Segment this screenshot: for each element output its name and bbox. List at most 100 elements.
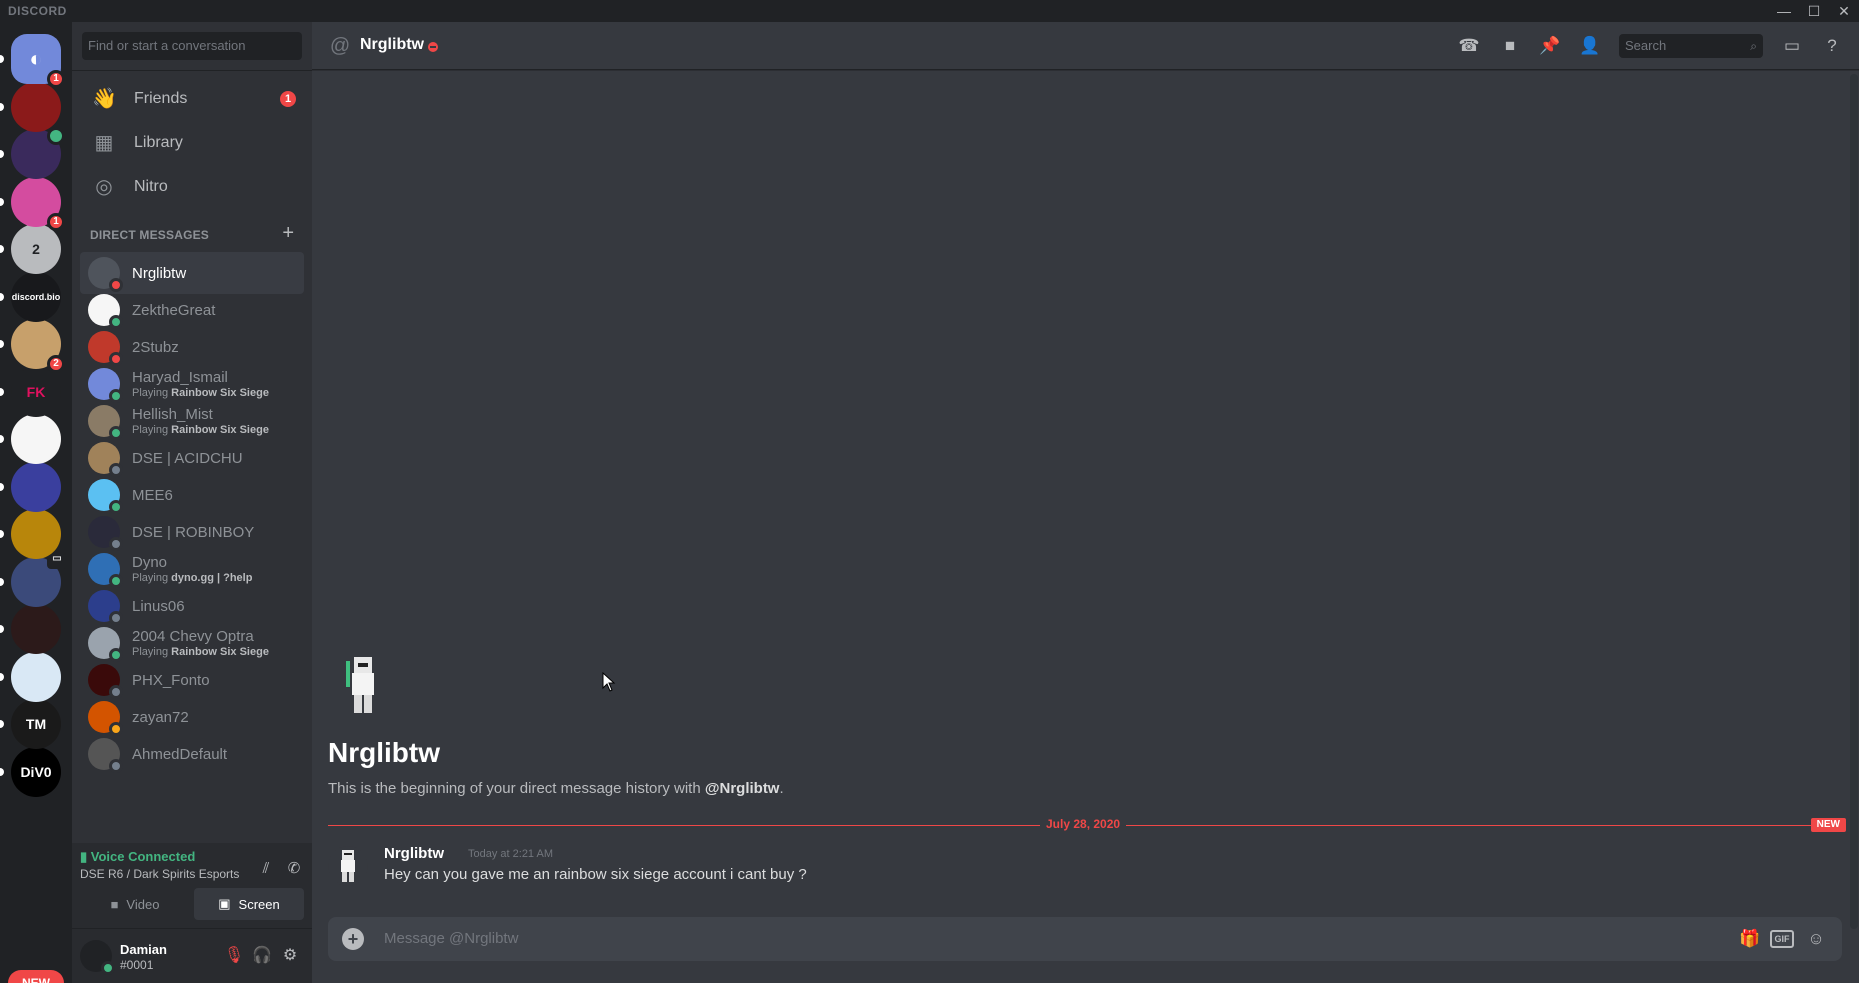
dm-item[interactable]: ZektheGreat — [80, 289, 304, 331]
message-text: Hey can you gave me an rainbow six siege… — [384, 866, 807, 883]
chat-area: @ Nrglibtw ☎ ■ 📌 👤 Search ⌕ ▭ ? Nrglibtw… — [312, 22, 1859, 983]
composer-placeholder: Message @Nrglibtw — [384, 930, 519, 947]
dm-item[interactable]: 2004 Chevy Optra Playing Rainbow Six Sieg… — [80, 622, 304, 664]
server-mouse[interactable] — [0, 651, 61, 702]
video-toggle-button[interactable]: ■ Video — [80, 888, 190, 920]
server-wings[interactable] — [0, 414, 61, 464]
voice-call-icon[interactable]: ☎ — [1457, 34, 1481, 58]
message-composer[interactable]: + Message @Nrglibtw 🎁 GIF ☺ — [328, 917, 1842, 961]
dm-avatar — [88, 590, 123, 625]
video-call-icon[interactable]: ■ — [1498, 34, 1522, 58]
upload-plus-icon[interactable]: + — [342, 928, 364, 950]
server-purple-warrior[interactable] — [0, 127, 65, 179]
unread-pip — [0, 55, 4, 63]
dm-text: DSE | ACIDCHU — [132, 450, 243, 467]
dm-name: 2Stubz — [132, 338, 179, 356]
voice-status-text: Voice Connected — [90, 849, 196, 864]
nav-item-library[interactable]: ▦ Library — [80, 122, 304, 164]
dm-name: Linus06 — [132, 597, 185, 615]
search-icon: ⌕ — [1750, 39, 1757, 53]
headphones-icon[interactable]: 🎧 — [250, 944, 274, 968]
noise-suppression-icon[interactable]: ⫽ — [254, 857, 278, 881]
dm-item[interactable]: 2Stubz — [80, 326, 304, 368]
activity-verb: Playing — [132, 572, 172, 584]
mute-microphone-icon[interactable]: 🎙 — [222, 944, 246, 968]
dm-name: 2004 Chevy Optra — [132, 628, 254, 645]
dm-item[interactable]: DSE | ACIDCHU — [80, 437, 304, 479]
server-y2[interactable]: 2 — [0, 224, 61, 274]
help-icon[interactable]: ? — [1820, 34, 1844, 58]
add-friend-icon[interactable]: 👤 — [1578, 34, 1602, 58]
nav-item-friends[interactable]: 👋 Friends 1 — [80, 78, 304, 120]
server-discord-bio[interactable]: discord.bio — [0, 271, 61, 322]
dm-avatar — [88, 738, 123, 773]
nav-item-nitro[interactable]: ◎ Nitro — [80, 166, 304, 208]
dm-item[interactable]: MEE6 — [80, 474, 304, 516]
search-input[interactable]: Search ⌕ — [1619, 34, 1763, 58]
server-pink-guy[interactable]: 1 — [0, 176, 65, 231]
voice-connected-status[interactable]: ▮ Voice Connected — [80, 849, 195, 865]
user-avatar[interactable] — [80, 940, 115, 975]
speaker-icon — [47, 127, 65, 145]
server-star[interactable] — [0, 461, 61, 512]
server-play[interactable]: ▭ — [0, 552, 67, 607]
discord-logo-icon: ◐ — [29, 46, 43, 71]
settings-gear-icon[interactable]: ⚙ — [278, 944, 302, 968]
server-red-ninja[interactable] — [0, 604, 61, 654]
gif-button[interactable]: GIF — [1770, 930, 1794, 948]
dm-text: Dyno Playing dyno.gg | ?help — [132, 554, 252, 584]
dm-text: Haryad_Ismail Playing Rainbow Six Siege — [132, 369, 269, 399]
message-timestamp: Today at 2:21 AM — [468, 848, 553, 860]
dm-avatar — [88, 294, 123, 329]
emoji-icon[interactable]: ☺ — [1804, 927, 1828, 951]
unread-pip — [0, 482, 4, 491]
server-tm[interactable]: TM — [0, 699, 61, 749]
disconnect-icon[interactable]: ✆ — [282, 857, 306, 881]
dm-item[interactable]: Hellish_Mist Playing Rainbow Six Siege — [80, 400, 304, 442]
server-div0[interactable]: DiV0 — [0, 746, 61, 797]
server-ignite-esports[interactable] — [0, 81, 61, 132]
pinned-messages-icon[interactable]: 📌 — [1538, 34, 1562, 58]
dm-text: 2Stubz — [132, 339, 179, 356]
activity-game: Rainbow Six Siege — [171, 387, 269, 399]
direct-messages-heading: DIRECT MESSAGES — [90, 228, 210, 242]
new-unreads-pill[interactable]: NEW — [8, 970, 64, 983]
create-dm-plus-icon[interactable]: + — [282, 222, 294, 245]
server-label: DiV0 — [20, 763, 52, 780]
dm-item[interactable]: DSE | ROBINBOY — [80, 511, 304, 553]
intro-prefix: This is the beginning of your direct mes… — [328, 780, 705, 797]
intro-suffix: . — [779, 780, 784, 797]
find-conversation-input[interactable]: Find or start a conversation — [82, 32, 302, 60]
inbox-icon[interactable]: ▭ — [1780, 34, 1804, 58]
dm-item[interactable]: Linus06 — [80, 585, 304, 627]
dm-item[interactable]: Dyno Playing dyno.gg | ?help — [80, 548, 304, 590]
dm-avatar — [88, 368, 123, 403]
mention-badge: 1 — [47, 70, 65, 88]
sidebar-divider — [72, 70, 312, 71]
message-author[interactable]: Nrglibtw — [384, 845, 444, 862]
dm-name: Nrglibtw — [132, 264, 187, 282]
dm-item[interactable]: Haryad_Ismail Playing Rainbow Six Siege — [80, 363, 304, 405]
close-window-button[interactable]: ✕ — [1831, 2, 1857, 20]
dm-avatar — [88, 442, 123, 477]
dm-item[interactable]: zayan72 — [80, 696, 304, 738]
message-avatar[interactable] — [328, 846, 368, 886]
server-home[interactable]: ◐ 1 — [0, 34, 65, 88]
dm-item[interactable]: Nrglibtw — [80, 252, 304, 294]
intro-mention[interactable]: @Nrglibtw — [705, 780, 780, 797]
maximize-button[interactable]: ☐ — [1801, 2, 1827, 20]
gift-icon[interactable]: 🎁 — [1738, 927, 1762, 951]
screen-share-icon: ▭ — [47, 552, 67, 569]
divider-date: July 28, 2020 — [1040, 817, 1127, 831]
dm-item[interactable]: AhmedDefault — [80, 733, 304, 775]
chat-scrollbar[interactable] — [1850, 74, 1858, 929]
dm-activity: Playing Rainbow Six Siege — [132, 646, 269, 658]
server-rainbow-six[interactable] — [0, 509, 61, 559]
dm-item[interactable]: PHX_Fonto — [80, 659, 304, 701]
server-cartoon[interactable]: 2 — [0, 319, 65, 373]
server-fk-logo[interactable]: FK — [0, 366, 61, 417]
voice-channel-name[interactable]: DSE R6 / Dark Spirits Esports — [80, 867, 239, 881]
screen-share-button[interactable]: ▣ Screen — [194, 888, 304, 920]
dm-avatar — [88, 516, 123, 551]
minimize-button[interactable]: — — [1771, 2, 1797, 20]
